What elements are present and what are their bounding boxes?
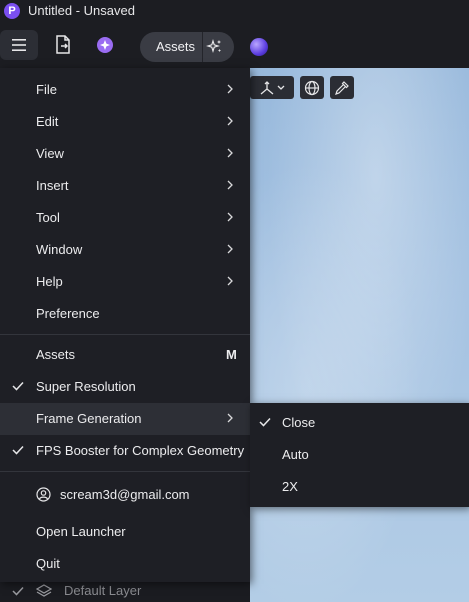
toolbar: Assets — [0, 22, 469, 68]
axis-icon — [260, 80, 274, 94]
menu-item-file[interactable]: File — [0, 74, 250, 106]
menu-item-fps-booster[interactable]: FPS Booster for Complex Geometry — [0, 435, 250, 467]
menu-item-label: Edit — [36, 114, 59, 129]
menu-item-tool[interactable]: Tool — [0, 202, 250, 234]
check-icon — [12, 586, 24, 596]
submenu-item-close[interactable]: Close — [250, 407, 469, 439]
axis-dropdown[interactable] — [250, 76, 294, 99]
menu-separator — [0, 471, 250, 472]
menu-item-label: Help — [36, 274, 63, 289]
menu-item-help[interactable]: Help — [0, 266, 250, 298]
menu-item-label: Window — [36, 242, 83, 257]
menu-item-label: Quit — [36, 556, 60, 571]
check-icon — [12, 445, 24, 455]
account-email: scream3d@gmail.com — [60, 487, 190, 502]
submenu-item-auto[interactable]: Auto — [250, 439, 469, 471]
eyedropper-icon — [335, 80, 349, 95]
main-menu: File Edit View Insert Tool Window Help P… — [0, 68, 250, 582]
menu-item-label: Open Launcher — [36, 524, 126, 539]
menu-separator — [0, 334, 250, 335]
title-bar: P Untitled - Unsaved — [0, 0, 469, 22]
assets-divider — [202, 32, 203, 62]
user-icon — [36, 487, 51, 502]
export-button[interactable] — [44, 30, 82, 60]
submenu-item-label: Close — [282, 415, 316, 430]
chevron-right-icon — [227, 244, 233, 254]
frame-generation-submenu: Close Auto 2X — [250, 403, 469, 507]
globe-button[interactable] — [300, 76, 324, 99]
layer-icon — [36, 584, 52, 597]
menu-item-edit[interactable]: Edit — [0, 106, 250, 138]
menu-item-window[interactable]: Window — [0, 234, 250, 266]
chevron-right-icon — [227, 413, 233, 423]
menu-item-label: View — [36, 146, 64, 161]
chevron-right-icon — [227, 116, 233, 126]
assets-toggle[interactable]: Assets — [140, 32, 234, 62]
check-icon — [12, 381, 24, 391]
globe-icon — [304, 80, 320, 95]
menu-item-label: File — [36, 82, 57, 97]
menu-item-label: Super Resolution — [36, 379, 136, 394]
layer-row[interactable]: Default Layer — [0, 582, 250, 602]
app-logo: P — [4, 3, 20, 19]
layer-label: Default Layer — [64, 583, 142, 598]
eyedropper-button[interactable] — [330, 76, 354, 99]
ai-sparkle-icon — [97, 37, 113, 53]
sparkle-icon[interactable] — [206, 38, 224, 56]
window-title: Untitled - Unsaved — [28, 3, 135, 18]
chevron-down-icon — [277, 85, 285, 90]
menu-item-account[interactable]: scream3d@gmail.com — [0, 479, 250, 511]
menu-item-label: FPS Booster for Complex Geometry — [36, 443, 245, 458]
menu-item-frame-generation[interactable]: Frame Generation — [0, 403, 250, 435]
menu-item-super-resolution[interactable]: Super Resolution — [0, 371, 250, 403]
menu-item-quit[interactable]: Quit — [0, 548, 250, 580]
chevron-right-icon — [227, 180, 233, 190]
chevron-right-icon — [227, 148, 233, 158]
shortcut-key: M — [226, 347, 237, 362]
menu-item-insert[interactable]: Insert — [0, 170, 250, 202]
menu-item-open-launcher[interactable]: Open Launcher — [0, 516, 250, 548]
menu-item-label: Frame Generation — [36, 411, 142, 426]
menu-item-label: Assets — [36, 347, 76, 362]
submenu-item-label: 2X — [282, 479, 298, 494]
assets-label: Assets — [156, 39, 196, 54]
menu-item-label: Insert — [36, 178, 69, 193]
hamburger-icon — [12, 39, 26, 51]
menu-item-label: Tool — [36, 210, 60, 225]
export-file-icon — [56, 35, 70, 54]
menu-item-assets[interactable]: Assets M — [0, 339, 250, 371]
ai-assistant-button[interactable] — [86, 30, 124, 60]
main-menu-button[interactable] — [0, 30, 38, 60]
chevron-right-icon — [227, 276, 233, 286]
submenu-item-label: Auto — [282, 447, 309, 462]
orb-icon[interactable] — [250, 38, 268, 56]
submenu-item-2x[interactable]: 2X — [250, 471, 469, 503]
menu-item-preference[interactable]: Preference — [0, 298, 250, 330]
chevron-right-icon — [227, 84, 233, 94]
menu-item-view[interactable]: View — [0, 138, 250, 170]
3d-viewport[interactable] — [236, 68, 469, 602]
menu-item-label: Preference — [36, 306, 100, 321]
check-icon — [259, 417, 271, 427]
chevron-right-icon — [227, 212, 233, 222]
